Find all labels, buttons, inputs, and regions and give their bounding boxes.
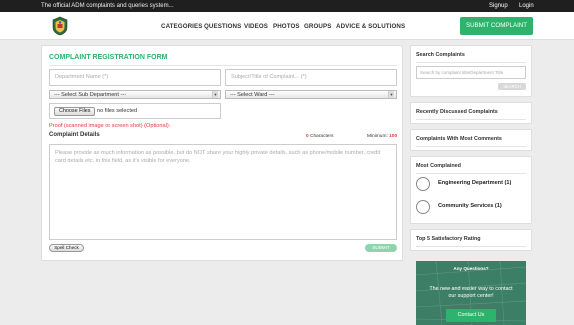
nav-questions[interactable]: QUESTIONS bbox=[204, 23, 241, 30]
support-banner: Any Questions? The new and easier way to… bbox=[416, 261, 526, 325]
site-tagline: The official ADM complaints and queries … bbox=[41, 3, 174, 9]
proof-note: Proof (scanned image or screen shot) (Op… bbox=[49, 123, 171, 129]
character-count-value: 0 bbox=[306, 134, 309, 139]
satisfactory-rating-title[interactable]: Top 5 Satisfactory Rating bbox=[416, 236, 481, 242]
chevron-down-icon: ▼ bbox=[388, 91, 394, 98]
complaint-details-label: Complaint Details bbox=[49, 132, 100, 138]
choose-files-button[interactable]: Choose Files bbox=[54, 107, 96, 116]
most-comments-title[interactable]: Complaints With Most Comments bbox=[416, 136, 502, 142]
department-name-input[interactable]: Department Name (*) bbox=[49, 69, 221, 86]
recently-discussed-title[interactable]: Recently Discussed Complaints bbox=[416, 109, 498, 115]
satisfactory-rating-box: Top 5 Satisfactory Rating bbox=[410, 229, 532, 251]
divider bbox=[416, 119, 526, 120]
nav-photos[interactable]: PHOTOS bbox=[273, 23, 300, 30]
sub-department-value: --- Select Sub Department --- bbox=[54, 92, 127, 98]
divider bbox=[416, 173, 526, 174]
file-upload-field: Choose Files no files selected bbox=[49, 103, 221, 119]
minimum-label: Minimum: bbox=[367, 134, 388, 139]
support-text-line: our support center! bbox=[448, 293, 494, 299]
complaint-subject-input[interactable]: Subject/Title of Complaint... (*) bbox=[225, 69, 397, 86]
submit-complaint-button[interactable]: SUBMIT COMPLAINT bbox=[460, 17, 533, 35]
no-files-label: no files selected bbox=[97, 108, 138, 114]
support-text-line: The new and easier way to contact bbox=[429, 286, 513, 292]
nav-categories[interactable]: CATEGORIES bbox=[161, 23, 202, 30]
site-logo[interactable] bbox=[51, 16, 69, 36]
search-complaints-box: Search Complaints Search by complaint ti… bbox=[410, 45, 532, 97]
complaint-details-textarea[interactable]: Please provide as much information as po… bbox=[49, 144, 397, 240]
divider bbox=[416, 246, 526, 247]
signup-link[interactable]: Signup bbox=[489, 3, 508, 9]
divider bbox=[416, 62, 526, 63]
search-button[interactable]: SEARCH bbox=[498, 83, 526, 90]
nav-advice-solutions[interactable]: ADVICE & SOLUTIONS bbox=[336, 23, 405, 30]
department-avatar bbox=[416, 177, 430, 191]
minimum-characters: Minimum: 100 bbox=[367, 134, 397, 139]
most-complained-title: Most Complained bbox=[416, 163, 461, 169]
login-link[interactable]: Login bbox=[519, 3, 534, 9]
spell-check-button[interactable]: Spell Check bbox=[49, 244, 84, 252]
nav-groups[interactable]: GROUPS bbox=[304, 23, 331, 30]
form-title-divider bbox=[49, 65, 397, 66]
ward-value: --- Select Ward --- bbox=[230, 92, 275, 98]
top-bar: The official ADM complaints and queries … bbox=[0, 0, 574, 12]
divider bbox=[416, 146, 526, 147]
character-count-label: Characters bbox=[310, 134, 334, 139]
search-complaints-input[interactable]: Search by complaint title/Department Tit… bbox=[416, 66, 526, 79]
most-complained-item[interactable]: Community Services (1) bbox=[438, 203, 502, 209]
nav-videos[interactable]: VIDEOS bbox=[244, 23, 268, 30]
minimum-value: 100 bbox=[389, 134, 398, 139]
support-question: Any Questions? bbox=[453, 266, 489, 271]
contact-us-button[interactable]: Contact Us bbox=[446, 309, 496, 322]
chevron-down-icon: ▼ bbox=[212, 91, 218, 98]
support-text: The new and easier way to contact our su… bbox=[416, 286, 526, 300]
most-comments-box: Complaints With Most Comments bbox=[410, 129, 532, 151]
most-complained-box: Most Complained Engineering Department (… bbox=[410, 156, 532, 224]
recently-discussed-box: Recently Discussed Complaints bbox=[410, 102, 532, 124]
main-navbar: CATEGORIES QUESTIONS VIDEOS PHOTOS GROUP… bbox=[0, 12, 574, 40]
department-avatar bbox=[416, 200, 430, 214]
form-title: COMPLAINT REGISTRATION FORM bbox=[49, 54, 168, 61]
complaint-form-panel: COMPLAINT REGISTRATION FORM Department N… bbox=[41, 45, 403, 261]
ward-select[interactable]: --- Select Ward --- ▼ bbox=[225, 90, 397, 99]
character-counter: 0 Characters bbox=[306, 134, 333, 139]
form-submit-button[interactable]: SUBMIT bbox=[365, 244, 397, 252]
sub-department-select[interactable]: --- Select Sub Department --- ▼ bbox=[49, 90, 221, 99]
search-complaints-title: Search Complaints bbox=[416, 52, 465, 58]
most-complained-item[interactable]: Engineering Department (1) bbox=[438, 180, 511, 186]
